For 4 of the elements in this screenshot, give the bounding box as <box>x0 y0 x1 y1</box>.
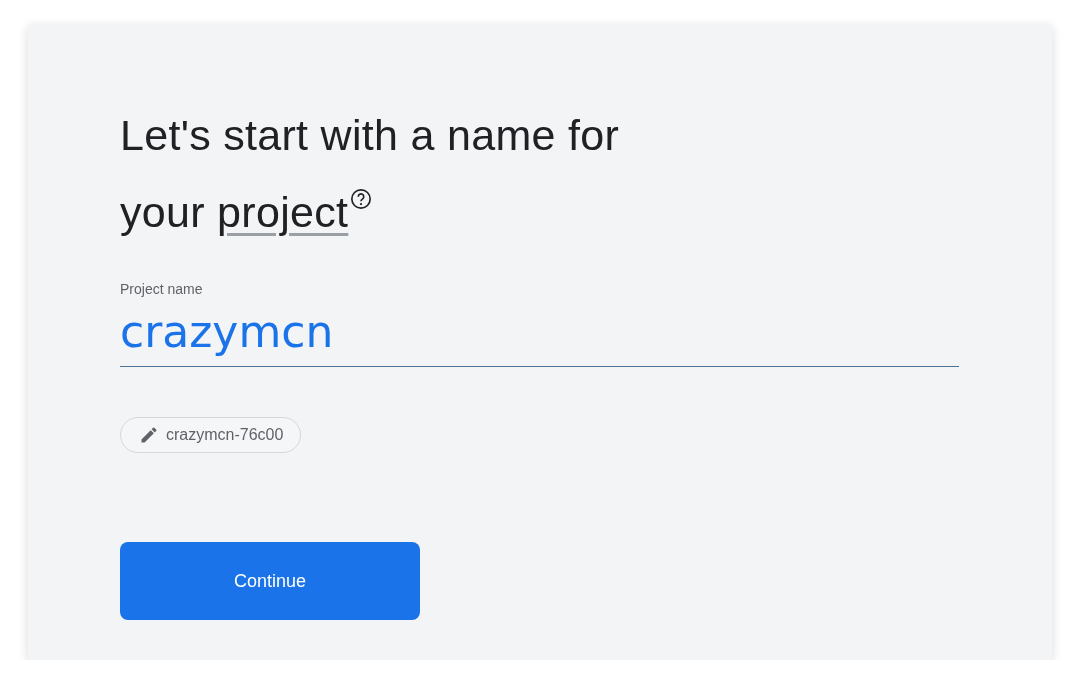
continue-button[interactable]: Continue <box>120 542 420 620</box>
project-id-chip[interactable]: crazymcn-76c00 <box>120 417 302 453</box>
field-label: Project name <box>120 281 204 297</box>
project-name-field[interactable]: crazymcn <box>120 303 959 367</box>
